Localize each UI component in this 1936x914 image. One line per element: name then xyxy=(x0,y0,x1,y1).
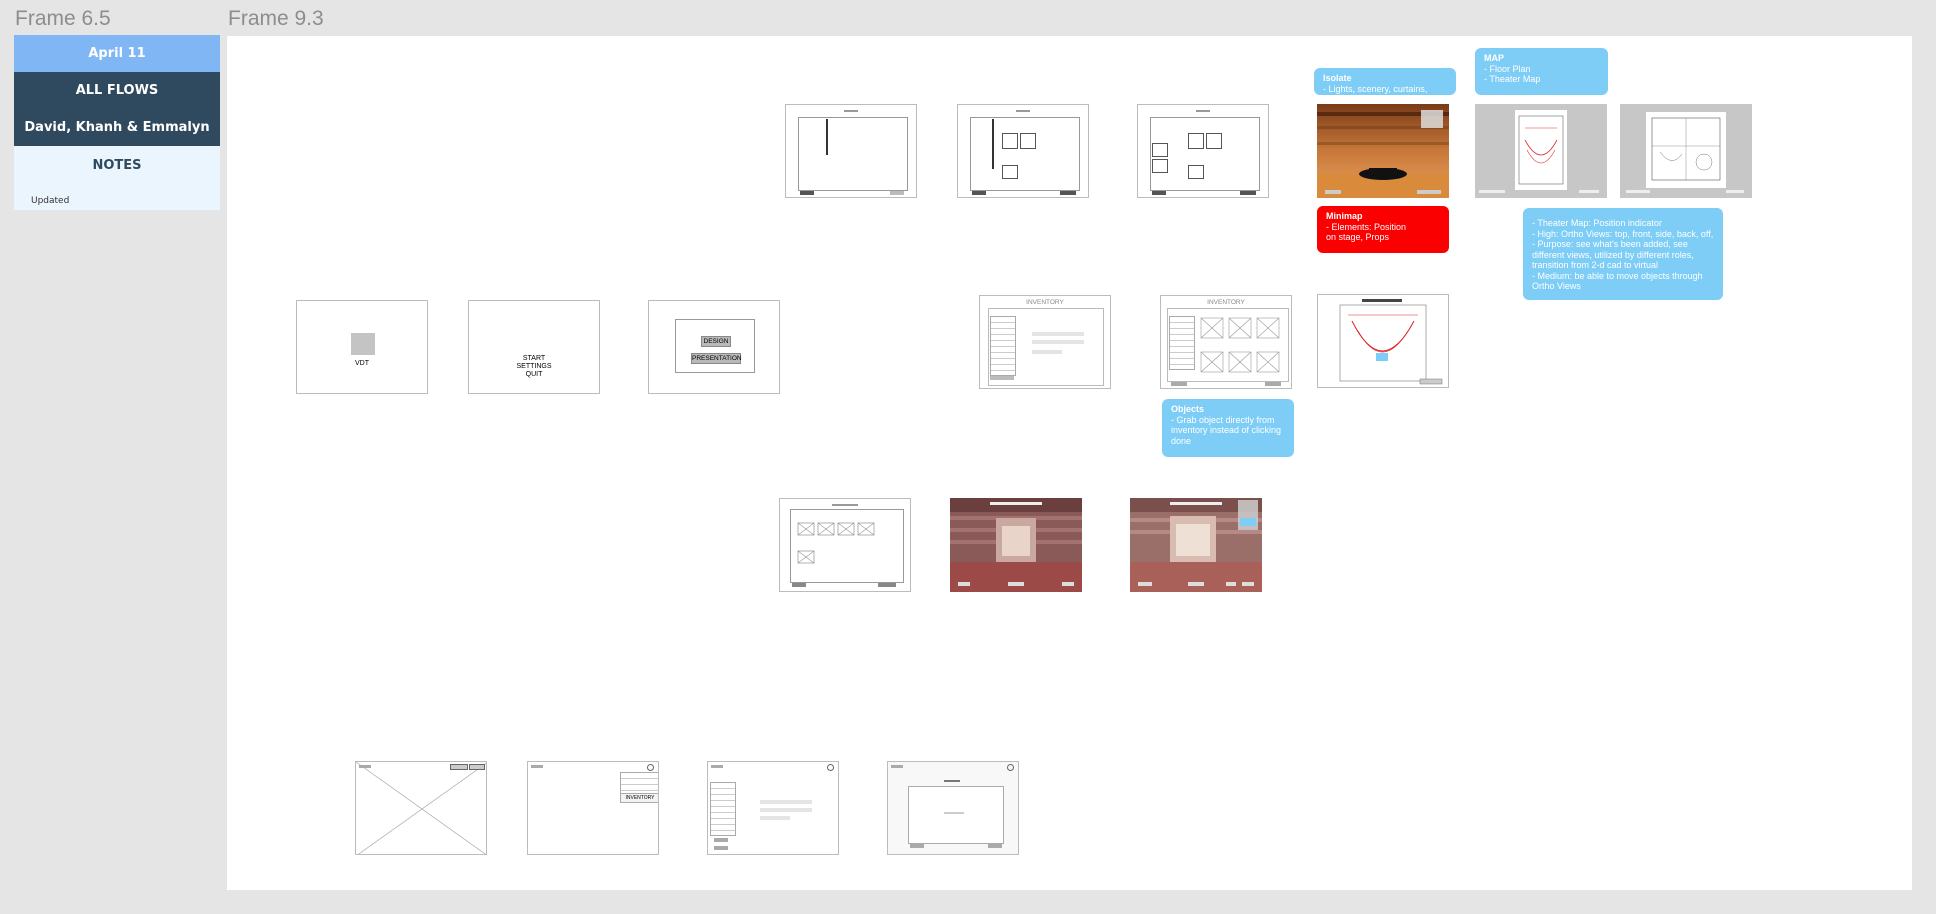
map-note-body: - Floor Plan - Theater Map xyxy=(1484,63,1541,85)
wireframe-floor-plan[interactable] xyxy=(1317,294,1449,388)
menu-settings[interactable]: SETTINGS xyxy=(469,363,599,371)
objects-note[interactable]: Objects - Grab object directly from inve… xyxy=(1162,399,1294,457)
floor-plan-image[interactable] xyxy=(1475,104,1607,198)
presentation-hall-photo[interactable] xyxy=(950,498,1082,592)
wireframe-view-inventory-menu[interactable]: INVENTORY xyxy=(527,761,659,855)
wireframe-splash[interactable]: VDT xyxy=(296,300,428,394)
notes-title: NOTES xyxy=(92,158,142,173)
objects-note-title: Objects xyxy=(1171,404,1205,414)
wireframe-design-empty[interactable] xyxy=(785,104,917,198)
flow-panel: April 11 ALL FLOWS David, Khanh & Emmaly… xyxy=(14,35,220,210)
frame-label-left: Frame 6.5 xyxy=(15,7,111,30)
date-header[interactable]: April 11 xyxy=(14,35,220,72)
inventory-title: INVENTORY xyxy=(1026,299,1064,306)
wireframe-view-dialog[interactable] xyxy=(887,761,1019,855)
menu-start[interactable]: START xyxy=(469,355,599,363)
theater-map-note-body: - Theater Map: Position indicator - High… xyxy=(1532,218,1714,291)
wireframe-presentation-select[interactable] xyxy=(779,498,911,592)
minimap-note-body: - Elements: Position on stage, Props xyxy=(1326,221,1407,243)
inventory-menu-item[interactable]: INVENTORY xyxy=(620,793,658,803)
wireframe-inventory-list[interactable]: INVENTORY xyxy=(979,295,1111,389)
stage-photo[interactable] xyxy=(1317,104,1449,198)
menu-quit[interactable]: QUIT xyxy=(469,371,599,379)
notes-section: NOTES Updated xyxy=(14,146,220,210)
authors-header: David, Khanh & Emmalyn xyxy=(14,109,220,146)
map-note-title: MAP xyxy=(1484,53,1504,63)
wireframe-design-selected[interactable] xyxy=(1137,104,1269,198)
wireframe-view-blank[interactable] xyxy=(355,761,487,855)
wireframe-start-menu[interactable]: START SETTINGS QUIT xyxy=(468,300,600,394)
isolate-note[interactable]: Isolate - Lights, scenery, curtains, pro… xyxy=(1314,68,1456,104)
splash-label: VDT xyxy=(355,360,369,367)
frame-label-main: Frame 9.3 xyxy=(228,7,324,30)
all-flows-header[interactable]: ALL FLOWS xyxy=(14,72,220,109)
main-frame: Isolate - Lights, scenery, curtains, pro… xyxy=(227,36,1912,890)
objects-note-body: - Grab object directly from inventory in… xyxy=(1171,414,1282,446)
inventory-grid-title: INVENTORY xyxy=(1207,299,1245,306)
theater-map-image[interactable] xyxy=(1620,104,1752,198)
wireframe-view-inventory-panel[interactable] xyxy=(707,761,839,855)
notes-text: Updated xyxy=(31,196,70,206)
map-note[interactable]: MAP - Floor Plan - Theater Map xyxy=(1475,48,1608,95)
isolate-note-title: Isolate xyxy=(1323,73,1352,83)
theater-map-note[interactable]: - Theater Map: Position indicator - High… xyxy=(1523,208,1723,300)
presentation-hall-ui-photo[interactable] xyxy=(1130,498,1262,592)
design-button[interactable]: DESIGN xyxy=(701,336,731,347)
minimap-note-title: Minimap xyxy=(1326,211,1363,221)
isolate-note-body: - Lights, scenery, curtains, props xyxy=(1323,83,1428,105)
minimap-note[interactable]: Minimap - Elements: Position on stage, P… xyxy=(1317,206,1449,253)
wireframe-inventory-grid[interactable]: INVENTORY xyxy=(1160,295,1292,389)
wireframe-design-objects[interactable] xyxy=(957,104,1089,198)
wireframe-mode-select[interactable]: DESIGN PRESENTATION xyxy=(648,300,780,394)
presentation-button[interactable]: PRESENTATION xyxy=(691,353,742,364)
